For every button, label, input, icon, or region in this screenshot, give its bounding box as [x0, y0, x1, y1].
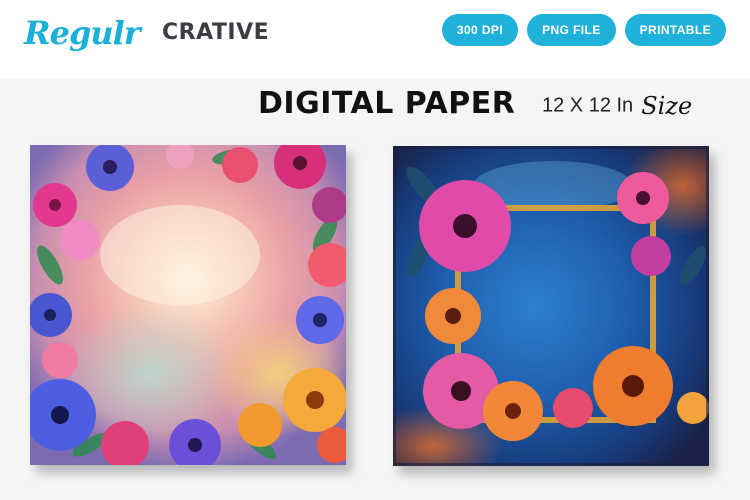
size-dimension: 12 X 12 In	[542, 94, 634, 117]
floral-watercolor-pastel-paper-icon	[30, 145, 346, 465]
page-title: DIGITAL PAPER	[258, 86, 516, 121]
badge-dpi: 300 DPI	[441, 14, 519, 46]
brand-script-text: Regulr	[24, 14, 141, 52]
floral-blue-grunge-frame-paper-icon	[393, 146, 709, 466]
badge-png-file: PNG FILE	[527, 14, 616, 46]
badge-printable: PRINTABLE	[624, 14, 726, 46]
paper-preview-1[interactable]	[30, 145, 346, 465]
feature-badges: 300 DPI PNG FILE PRINTABLE	[441, 14, 726, 46]
brand-block-text: CRATIVE	[162, 20, 270, 45]
header-bar: Regulr CRATIVE 300 DPI PNG FILE PRINTABL…	[0, 0, 750, 78]
paper-preview-2[interactable]	[393, 146, 709, 466]
size-word: Size	[641, 92, 693, 120]
size-label: 12 X 12 In Size	[542, 92, 692, 120]
